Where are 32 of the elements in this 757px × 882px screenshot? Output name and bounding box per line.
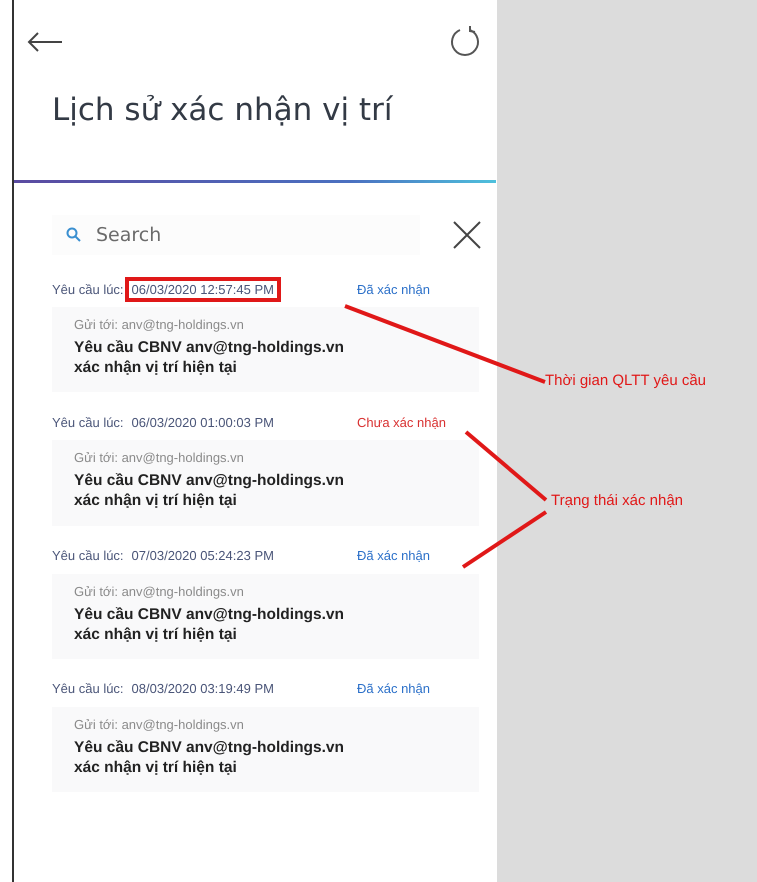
request-label: Yêu cầu lúc: <box>52 681 124 696</box>
annotation-label: Trạng thái xác nhận <box>551 492 684 509</box>
request-label: Yêu cầu lúc: <box>52 548 124 564</box>
search-icon <box>66 227 82 243</box>
request-time: 08/03/2020 03:19:49 PM <box>130 680 275 698</box>
request-card[interactable]: Gửi tới: anv@tng-holdings.vn Yêu cầu CBNV anv@tng-holdings.vn xác nhận vị trí hiện tại <box>52 706 479 792</box>
request-time: 06/03/2020 12:57:45 PM <box>124 276 281 302</box>
back-arrow-icon[interactable] <box>26 31 64 53</box>
recipient-text: Gửi tới: anv@tng-holdings.vn <box>74 450 245 466</box>
request-time: 06/03/2020 01:00:03 PM <box>130 414 275 432</box>
request-card[interactable]: Gửi tới: anv@tng-holdings.vn Yêu cầu CBNV anv@tng-holdings.vn xác nhận vị trí hiện tại <box>52 440 479 526</box>
page-title: Lịch sử xác nhận vị trí <box>52 92 394 130</box>
annotation-label: Thời gian QLTT yêu cầu <box>545 372 706 389</box>
status-label: Đã xác nhận <box>357 681 430 696</box>
status-label: Chưa xác nhận <box>357 414 446 430</box>
refresh-icon[interactable] <box>448 25 482 59</box>
request-message: Yêu cầu CBNV anv@tng-holdings.vn xác nhận vị trí hiện tại <box>74 604 346 645</box>
request-time: 07/03/2020 05:24:23 PM <box>130 547 275 566</box>
request-card[interactable]: Gửi tới: anv@tng-holdings.vn Yêu cầu CBNV anv@tng-holdings.vn xác nhận vị trí hiện tại <box>52 307 479 392</box>
request-message: Yêu cầu CBNV anv@tng-holdings.vn xác nhận vị trí hiện tại <box>74 338 346 378</box>
request-message: Yêu cầu CBNV anv@tng-holdings.vn xác nhận vị trí hiện tại <box>74 738 346 778</box>
recipient-text: Gửi tới: anv@tng-holdings.vn <box>74 716 245 732</box>
request-message: Yêu cầu CBNV anv@tng-holdings.vn xác nhận vị trí hiện tại <box>74 471 346 512</box>
request-card[interactable]: Gửi tới: anv@tng-holdings.vn Yêu cầu CBNV anv@tng-holdings.vn xác nhận vị trí hiện tại <box>52 574 479 659</box>
recipient-text: Gửi tới: anv@tng-holdings.vn <box>74 317 245 332</box>
status-label: Đã xác nhận <box>357 548 430 564</box>
close-icon[interactable] <box>452 220 482 250</box>
request-label: Yêu cầu lúc: <box>52 414 124 430</box>
request-label: Yêu cầu lúc: <box>52 282 124 296</box>
status-label: Đã xác nhận <box>357 282 430 296</box>
search-field[interactable]: Search <box>94 223 378 247</box>
recipient-text: Gửi tới: anv@tng-holdings.vn <box>74 584 245 599</box>
